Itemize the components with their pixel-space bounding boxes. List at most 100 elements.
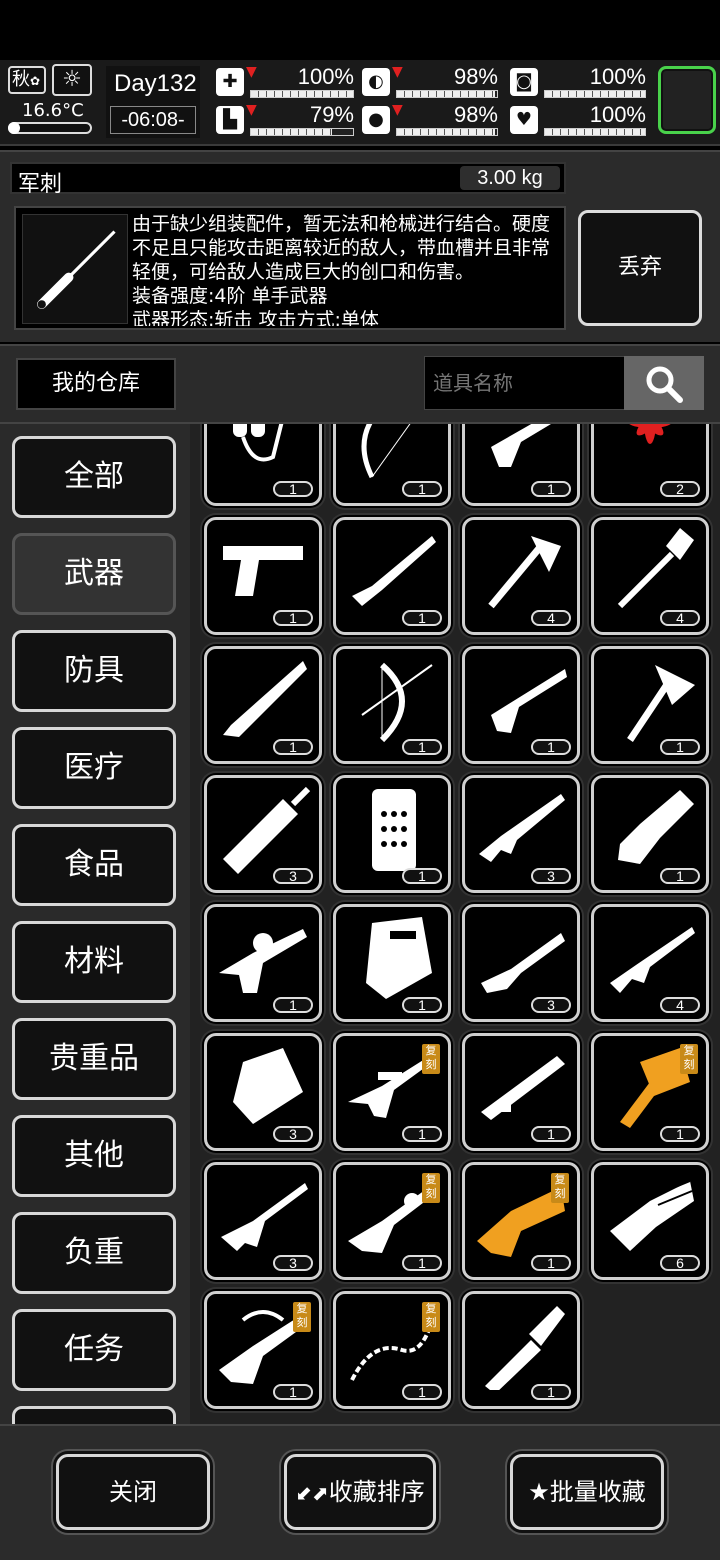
star-icon: ★ (528, 1478, 550, 1506)
item-slot[interactable]: 1 (204, 424, 322, 506)
item-slot[interactable]: 1 (333, 775, 451, 893)
item-slot[interactable]: 3 (204, 1162, 322, 1280)
item-slot[interactable]: 1 (204, 646, 322, 764)
revolver-icon (491, 424, 551, 467)
grenade-launcher-rifle-icon (219, 929, 307, 993)
item-slot[interactable]: 1 (462, 1033, 580, 1151)
batch-favorite-button[interactable]: ★批量收藏 (510, 1454, 664, 1530)
decrease-arrow-icon: ▼ (392, 64, 403, 80)
item-slot[interactable]: 2 (591, 424, 709, 506)
water-icon: ● (362, 106, 390, 134)
battle-rifle-icon (610, 927, 695, 993)
stat-bar (396, 128, 498, 136)
item-count: 3 (531, 868, 571, 884)
quick-slot[interactable] (658, 66, 716, 134)
item-slot[interactable]: 1 (333, 646, 451, 764)
bottom-toolbar: 关闭 ⬋⬈收藏排序 ★批量收藏 (0, 1424, 720, 1560)
season-label: 秋 (12, 69, 30, 90)
stat-armor: ◙ 100% (510, 64, 646, 100)
thermometer-bar (8, 122, 92, 134)
combat-knife-icon (485, 1306, 565, 1390)
stat-value: 98% (453, 64, 498, 89)
temperature-label: 16.6°C (22, 100, 84, 121)
category-tab[interactable]: 武器 (12, 533, 176, 615)
item-slot[interactable]: 6 (591, 1162, 709, 1280)
category-tab[interactable]: 全部 (12, 436, 176, 518)
discard-button[interactable]: 丢弃 (578, 210, 702, 326)
category-tab-more[interactable] (12, 1406, 176, 1424)
stat-stomach: ◐ ▼ 98% (362, 64, 498, 100)
pistol-icon (223, 546, 303, 596)
item-count: 1 (402, 1384, 442, 1400)
item-slot[interactable]: 4 (591, 517, 709, 635)
favorite-sort-label: 收藏排序 (328, 1478, 425, 1506)
category-tab[interactable]: 防具 (12, 630, 176, 712)
item-slot[interactable]: 复刻 1 (462, 1162, 580, 1280)
item-slot[interactable]: 3 (204, 1033, 322, 1151)
stat-water: ● ▼ 98% (362, 102, 498, 138)
stat-value: 98% (453, 102, 498, 127)
search-button[interactable] (624, 356, 704, 410)
category-tab[interactable]: 材料 (12, 921, 176, 1003)
item-slot[interactable]: 3 (462, 904, 580, 1022)
category-tab[interactable]: 其他 (12, 1115, 176, 1197)
item-count: 1 (273, 481, 313, 497)
day-clock: Day132 -06:08- (106, 66, 200, 138)
item-slot[interactable]: 复刻 1 (333, 1033, 451, 1151)
item-count: 4 (660, 610, 700, 626)
item-weight: 3.00 kg (460, 166, 560, 190)
item-count: 2 (660, 481, 700, 497)
item-slot[interactable]: 复刻 1 (204, 1291, 322, 1409)
category-tab[interactable]: 贵重品 (12, 1018, 176, 1100)
item-slot[interactable]: 3 (204, 775, 322, 893)
close-button[interactable]: 关闭 (56, 1454, 210, 1530)
category-tab[interactable]: 负重 (12, 1212, 176, 1294)
batch-favorite-label: 批量收藏 (549, 1478, 646, 1506)
item-slot[interactable]: 1 (591, 775, 709, 893)
stat-value: 100% (589, 64, 646, 89)
season-indicator: 秋✿ (8, 66, 46, 94)
replica-badge: 复刻 (680, 1044, 698, 1074)
category-list: 全部武器防具医疗食品材料贵重品其他负重任务 (0, 424, 190, 1424)
decrease-arrow-icon: ▼ (246, 64, 257, 80)
item-slot[interactable]: 复刻 1 (333, 1162, 451, 1280)
item-slot[interactable]: 复刻 1 (333, 1291, 451, 1409)
item-slot[interactable]: 1 (204, 904, 322, 1022)
item-count: 1 (660, 739, 700, 755)
item-slot[interactable]: 4 (462, 517, 580, 635)
item-slot[interactable]: 4 (591, 904, 709, 1022)
item-search-input[interactable] (424, 356, 626, 410)
day-counter: Day132 (114, 70, 197, 97)
hand-axe-icon (488, 536, 561, 609)
item-count: 1 (402, 739, 442, 755)
item-slot[interactable]: 1 (333, 904, 451, 1022)
item-count: 3 (273, 868, 313, 884)
item-slot[interactable]: 1 (333, 424, 451, 506)
favorite-sort-button[interactable]: ⬋⬈收藏排序 (284, 1454, 436, 1530)
item-slot[interactable]: 1 (462, 646, 580, 764)
compound-bow-icon (361, 662, 433, 743)
item-slot[interactable]: 复刻 1 (591, 1033, 709, 1151)
stat-bar (250, 90, 354, 98)
item-slot[interactable]: 1 (462, 424, 580, 506)
item-slot[interactable]: 1 (333, 517, 451, 635)
my-warehouse-tab[interactable]: 我的仓库 (16, 358, 176, 410)
item-slot[interactable]: 3 (462, 775, 580, 893)
decrease-arrow-icon: ▼ (392, 102, 403, 118)
heart-icon: ♥ (510, 106, 538, 134)
health-icon: ✚ (216, 68, 244, 96)
item-slot[interactable]: 1 (204, 517, 322, 635)
category-tab[interactable]: 食品 (12, 824, 176, 906)
item-count: 1 (402, 1255, 442, 1271)
item-count: 1 (273, 997, 313, 1013)
item-count: 4 (531, 610, 571, 626)
category-tab[interactable]: 任务 (12, 1309, 176, 1391)
survival-hud: 秋✿ ☼ 16.6°C Day132 -06:08- ✚ ▼ 100% ◐ ▼ 98% ◙ 1… (0, 60, 720, 146)
item-count: 1 (273, 739, 313, 755)
item-name-row: 军刺 3.00 kg (10, 162, 566, 197)
item-slot[interactable]: 1 (591, 646, 709, 764)
stat-bar (250, 128, 354, 136)
stat-stamina: ▙ ▼ 79% (216, 102, 354, 138)
category-tab[interactable]: 医疗 (12, 727, 176, 809)
item-slot[interactable]: 1 (462, 1291, 580, 1409)
